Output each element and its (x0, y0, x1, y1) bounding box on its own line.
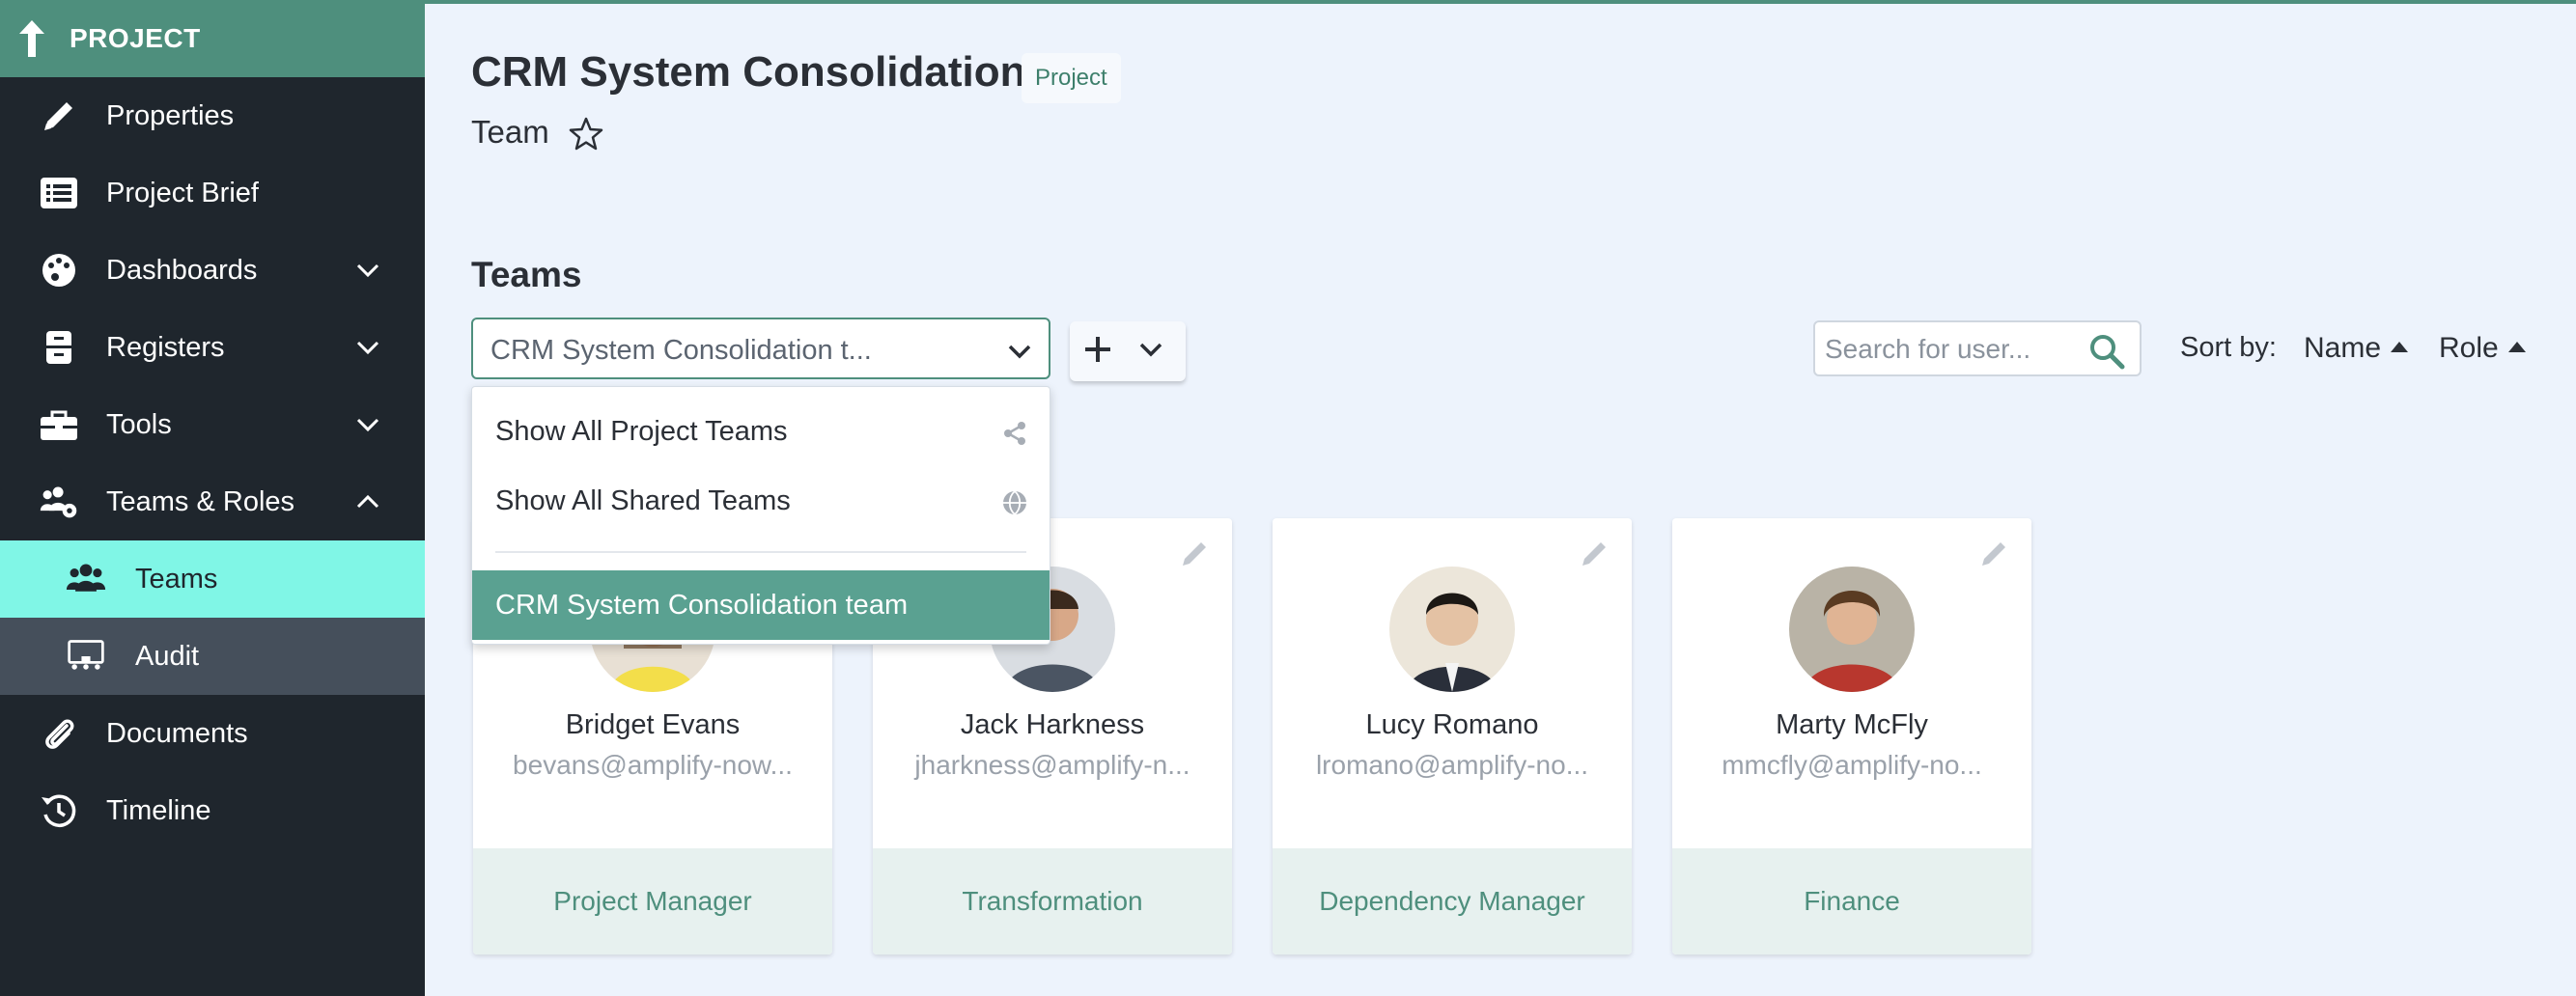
project-tag: Project (1022, 53, 1121, 103)
sidebar-item-label: Properties (106, 99, 235, 131)
sort-by-name[interactable]: Name (2304, 332, 2409, 365)
search-icon[interactable] (2087, 332, 2126, 371)
list-icon (37, 174, 81, 212)
sort-ascending-icon (2391, 341, 2409, 352)
share-icon (1004, 422, 1025, 445)
sidebar-item-registers[interactable]: Registers (0, 309, 425, 386)
user-search (1813, 320, 2142, 376)
cabinet-icon (37, 328, 81, 367)
search-input[interactable] (1825, 330, 2086, 369)
top-accent-line (425, 0, 2576, 4)
sidebar-item-label: Timeline (106, 794, 211, 826)
sidebar-item-project-brief[interactable]: Project Brief (0, 154, 425, 232)
chevron-down-icon[interactable] (355, 259, 380, 282)
sidebar-header-label: PROJECT (70, 23, 201, 53)
sidebar: PROJECT Properties Project Brief Dashboa… (0, 0, 425, 996)
team-select-menu: Show All Project Teams Show All Shared T… (471, 386, 1050, 645)
sidebar-item-documents[interactable]: Documents (0, 695, 425, 772)
menu-item-label: Show All Shared Teams (495, 485, 791, 516)
menu-item-crm-team[interactable]: CRM System Consolidation team (472, 570, 1050, 640)
sort-option-label: Name (2304, 332, 2382, 364)
users-icon (64, 560, 108, 598)
pencil-icon[interactable] (1178, 538, 1211, 570)
sidebar-item-teams-roles[interactable]: Teams & Roles (0, 463, 425, 540)
member-card[interactable]: Marty McFly mmcfly@amplify-no... Finance (1672, 518, 2031, 954)
menu-item-label: CRM System Consolidation team (495, 590, 909, 621)
avatar (1389, 567, 1515, 692)
member-email: lromano@amplify-no... (1315, 750, 1589, 780)
sidebar-item-label: Project Brief (106, 177, 259, 208)
sidebar-item-tools[interactable]: Tools (0, 386, 425, 463)
menu-item-show-all-shared-teams[interactable]: Show All Shared Teams (472, 466, 1050, 536)
sidebar-item-label: Dashboards (106, 254, 258, 286)
pencil-icon[interactable] (1578, 538, 1610, 570)
sidebar-item-dashboards[interactable]: Dashboards (0, 232, 425, 309)
sidebar-item-timeline[interactable]: Timeline (0, 772, 425, 849)
chevron-down-icon[interactable] (1137, 339, 1164, 360)
chevron-up-icon[interactable] (355, 490, 380, 513)
level-up-arrow-icon (19, 20, 44, 57)
sidebar-item-audit[interactable]: Audit (0, 618, 425, 695)
sidebar-item-label: Audit (135, 640, 200, 672)
menu-item-show-all-project-teams[interactable]: Show All Project Teams (472, 397, 1050, 466)
team-select-value: CRM System Consolidation t... (490, 335, 872, 366)
sort-option-label: Role (2439, 332, 2499, 364)
member-role: Project Manager (473, 848, 832, 954)
menu-item-label: Show All Project Teams (495, 416, 788, 447)
users-cog-icon (37, 483, 81, 521)
plus-icon (1085, 337, 1110, 362)
member-name: Lucy Romano (1365, 709, 1539, 740)
audit-board-icon (64, 637, 108, 676)
teams-section-title: Teams (471, 255, 582, 294)
sidebar-item-label: Teams & Roles (106, 485, 295, 517)
member-email: mmcfly@amplify-no... (1722, 750, 1982, 780)
sidebar-item-properties[interactable]: Properties (0, 77, 425, 154)
team-select[interactable]: CRM System Consolidation t... (471, 318, 1050, 379)
chevron-down-icon[interactable] (355, 413, 380, 436)
chevron-down-icon[interactable] (355, 336, 380, 359)
page-subtitle: Team (471, 114, 549, 150)
member-role: Transformation (873, 848, 1232, 954)
sidebar-item-label: Registers (106, 331, 225, 363)
member-name: Jack Harkness (960, 709, 1145, 740)
sidebar-item-label: Documents (106, 717, 248, 749)
member-card[interactable]: Lucy Romano lromano@amplify-no... Depend… (1273, 518, 1632, 954)
palette-icon (37, 251, 81, 290)
toolbox-icon (37, 405, 81, 444)
member-role: Finance (1672, 848, 2031, 954)
pencil-icon[interactable] (1977, 538, 2010, 570)
member-name: Bridget Evans (565, 709, 741, 740)
menu-divider (495, 551, 1026, 553)
sort-by-label: Sort by: (2180, 332, 2277, 363)
sidebar-item-label: Tools (106, 408, 172, 440)
sort-by-role[interactable]: Role (2439, 332, 2526, 365)
add-team-button[interactable] (1070, 321, 1186, 381)
chevron-down-icon (1008, 345, 1031, 359)
member-role: Dependency Manager (1273, 848, 1632, 954)
sidebar-item-teams[interactable]: Teams (0, 540, 425, 618)
history-icon (37, 791, 81, 830)
sidebar-item-label: Teams (135, 563, 218, 595)
pencil-icon (37, 97, 81, 135)
avatar (1789, 567, 1915, 692)
sort-ascending-icon (2507, 341, 2526, 352)
member-email: jharkness@amplify-n... (914, 750, 1190, 780)
member-email: bevans@amplify-now... (513, 750, 793, 780)
paperclip-icon (37, 714, 81, 753)
star-icon[interactable] (568, 116, 604, 152)
globe-icon (1003, 490, 1026, 515)
sidebar-header[interactable]: PROJECT (0, 0, 425, 77)
page-title: CRM System Consolidation (471, 48, 1026, 96)
member-name: Marty McFly (1776, 709, 1928, 740)
